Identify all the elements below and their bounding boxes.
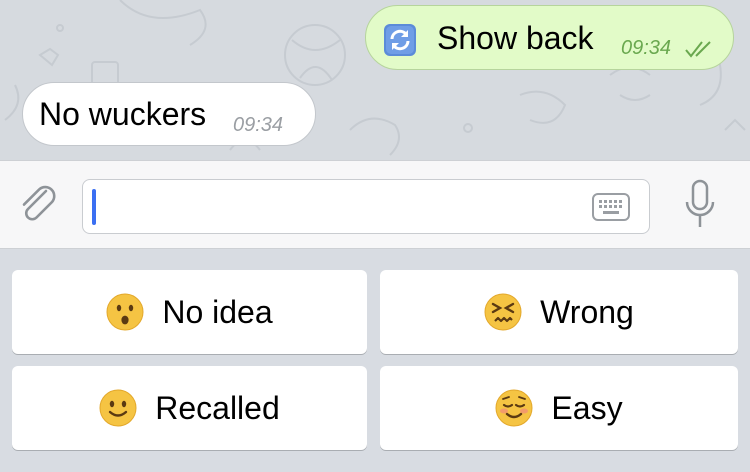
message-text: Show back xyxy=(437,20,594,56)
outgoing-message-bubble[interactable]: Show back 09:34 xyxy=(365,5,734,70)
wrong-button[interactable]: Wrong xyxy=(380,270,738,354)
paperclip-icon[interactable] xyxy=(16,181,60,225)
microphone-icon[interactable] xyxy=(683,178,717,232)
read-checkmarks-icon xyxy=(685,41,711,58)
button-label: Recalled xyxy=(155,389,280,426)
button-label: Wrong xyxy=(540,293,634,330)
button-label: No idea xyxy=(162,293,273,330)
message-time: 09:34 xyxy=(621,37,672,59)
relieved-smiling-face-icon xyxy=(495,389,533,427)
message-text: No wuckers xyxy=(39,96,207,132)
no-idea-button[interactable]: No idea xyxy=(12,270,367,354)
confounded-face-icon xyxy=(484,293,522,331)
reply-keyboard: No idea Wrong Recalled Easy xyxy=(0,249,750,472)
keyboard-icon[interactable] xyxy=(592,193,630,221)
message-input[interactable] xyxy=(82,179,650,234)
incoming-message-bubble[interactable]: No wuckers 09:34 xyxy=(22,82,316,146)
message-input-bar xyxy=(0,160,750,249)
text-cursor xyxy=(92,189,96,225)
message-time: 09:34 xyxy=(233,114,284,136)
reload-icon xyxy=(384,24,416,56)
recalled-button[interactable]: Recalled xyxy=(12,366,367,450)
chat-area: Show back 09:34 No wuckers 09:34 xyxy=(0,0,750,160)
easy-button[interactable]: Easy xyxy=(380,366,738,450)
button-label: Easy xyxy=(551,389,623,426)
slightly-smiling-face-icon xyxy=(99,389,137,427)
hushed-face-icon xyxy=(106,293,144,331)
